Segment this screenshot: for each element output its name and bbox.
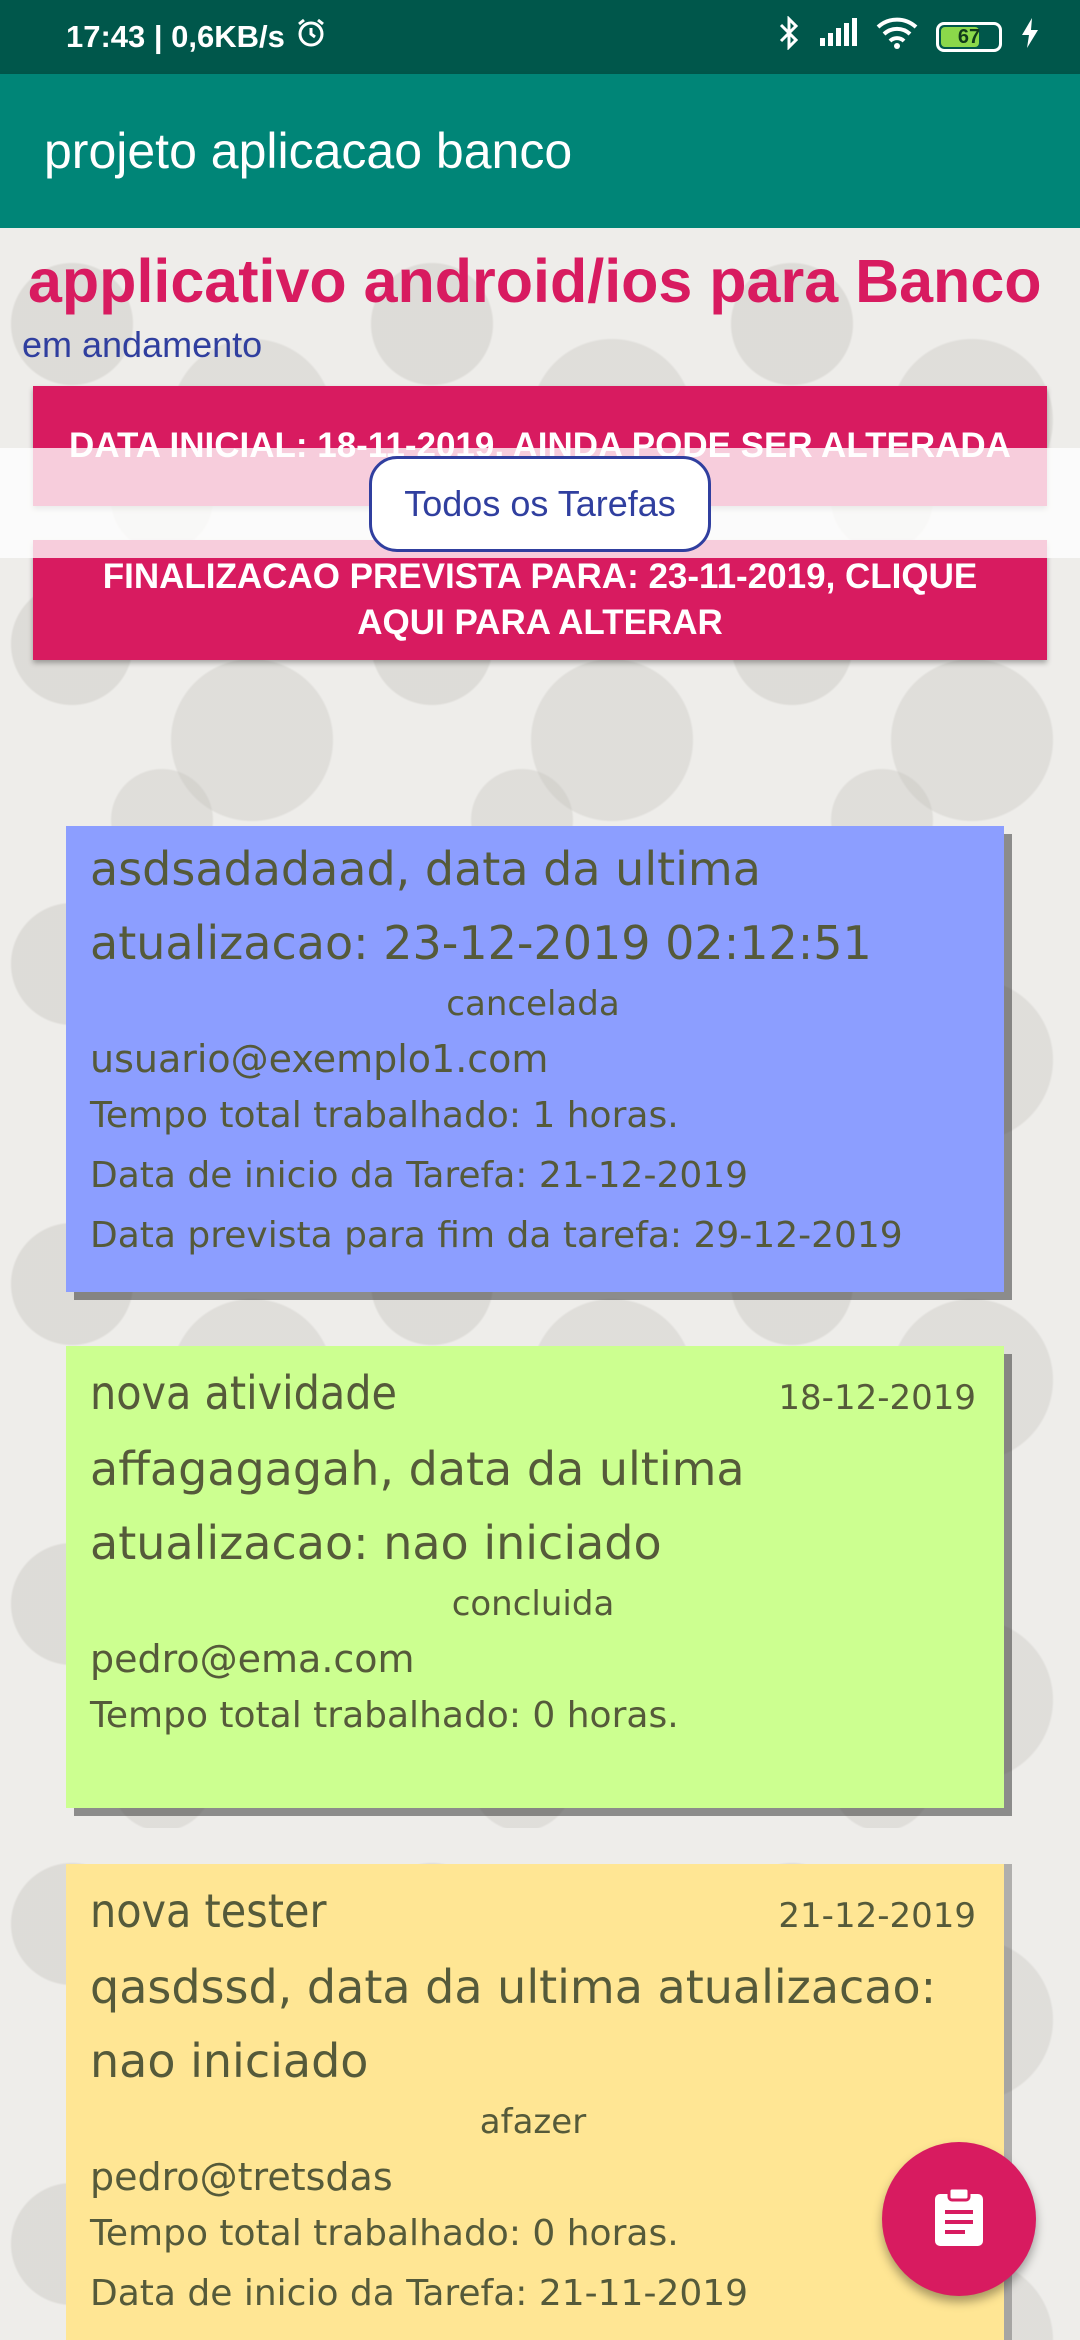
charging-icon [1020,17,1040,57]
bluetooth-icon [778,15,800,58]
task-user: pedro@tretsdas [90,2155,393,2199]
project-title: applicativo android/ios para Banco [28,247,1042,315]
task-date: 18-12-2019 [778,1378,976,1418]
add-task-fab[interactable] [882,2142,1036,2296]
task-description: affagagagah, data da ultima atualizacao:… [90,1442,745,1570]
battery-icon: 67 [936,22,1002,52]
clipboard-icon [931,2186,987,2253]
task-start-date: Data de inicio da Tarefa: 21-11-2019 [90,2273,749,2314]
task-state: afazer [479,2102,587,2142]
task-user: usuario@exemplo1.com [90,1037,549,1081]
task-hours: Tempo total trabalhado: 0 horas. [90,2213,679,2254]
status-bar: 17:43 | 0,6KB/s 67 [0,0,1080,74]
app-title: projeto aplicacao banco [44,123,573,179]
project-status: em andamento [22,324,263,365]
task-hours: Tempo total trabalhado: 0 horas. [90,1695,679,1736]
signal-icon [818,18,858,56]
alarm-icon [295,17,327,57]
task-name: nova tester [90,1884,327,1938]
task-state: concluida [451,1584,615,1624]
task-card[interactable]: asdsadadaad, data da ultima atualizacao:… [66,826,1004,1292]
battery-level: 67 [957,25,981,48]
filter-all-tasks-button[interactable]: Todos os Tarefas [369,456,711,552]
task-card[interactable]: nova tester 21-12-2019 qasdssd, data da … [66,1864,1004,2340]
task-name: nova atividade [90,1366,397,1420]
task-description: asdsadadaad, data da ultima atualizacao:… [90,842,872,970]
task-state: cancelada [446,984,620,1024]
task-start-date: Data de inicio da Tarefa: 21-12-2019 [90,1155,749,1196]
end-date-button[interactable]: FINALIZACAO PREVISTA PARA: 23-11-2019, C… [33,540,1047,660]
task-card[interactable]: nova atividade 18-12-2019 affagagagah, d… [66,1346,1004,1808]
app-bar: projeto aplicacao banco [0,74,1080,228]
wifi-icon [876,17,918,57]
task-user: pedro@ema.com [90,1637,415,1681]
task-hours: Tempo total trabalhado: 1 horas. [90,1095,679,1136]
task-description: qasdssd, data da ultima atualizacao: nao… [90,1960,937,2088]
task-end-date: Data prevista para fim da tarefa: 29-12-… [90,1215,903,1256]
task-date: 21-12-2019 [778,1896,976,1936]
status-time-speed: 17:43 | 0,6KB/s [66,19,285,54]
